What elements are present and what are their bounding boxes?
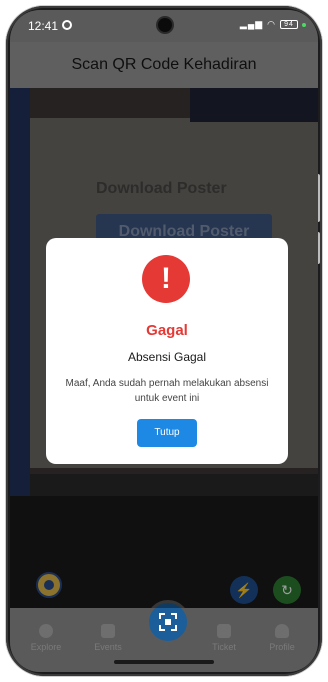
status-time: 12:41 [28,19,59,33]
nav-item-label: Profile [269,642,295,652]
nav-item-label: Explore [30,642,62,652]
home-indicator[interactable] [114,660,214,664]
front-camera [158,18,172,32]
calendar-icon [101,624,115,638]
qr-scan-icon [159,613,177,631]
wifi-icon: ◠ [267,19,276,29]
ticket-icon [217,624,231,638]
notification-icon [62,20,72,30]
battery-icon: 94 [280,20,298,29]
error-dialog: ! Gagal Absensi Gagal Maaf, Anda sudah p… [46,238,288,464]
signal-icon: ▂▄▆ [239,19,264,29]
explore-icon [39,624,53,638]
close-button[interactable]: Tutup [137,419,197,447]
nav-item-profile[interactable]: Profile [252,624,312,652]
nav-item-label: Ticket [212,642,236,652]
dialog-title: Gagal [146,322,188,339]
page-title: Scan QR Code Kehadiran [10,42,318,88]
person-icon [275,624,289,638]
phone-screen: 12:41 ▂▄▆ ◠ 94 Scan QR Code Kehadiran Do… [10,10,318,672]
nav-item-ticket[interactable]: Ticket [194,624,254,652]
privacy-dot-icon [302,22,306,27]
nav-item-events[interactable]: Events [78,624,138,652]
status-bar: 12:41 ▂▄▆ ◠ 94 [10,10,318,42]
dialog-subtitle: Absensi Gagal [127,350,207,364]
status-icons: ▂▄▆ ◠ 94 [240,19,306,30]
nav-item-explore[interactable]: Explore [16,624,76,652]
nav-item-label: Events [94,642,122,652]
alert-icon: ! [142,255,190,303]
dialog-message: Maaf, Anda sudah pernah melakukan absens… [65,378,269,404]
